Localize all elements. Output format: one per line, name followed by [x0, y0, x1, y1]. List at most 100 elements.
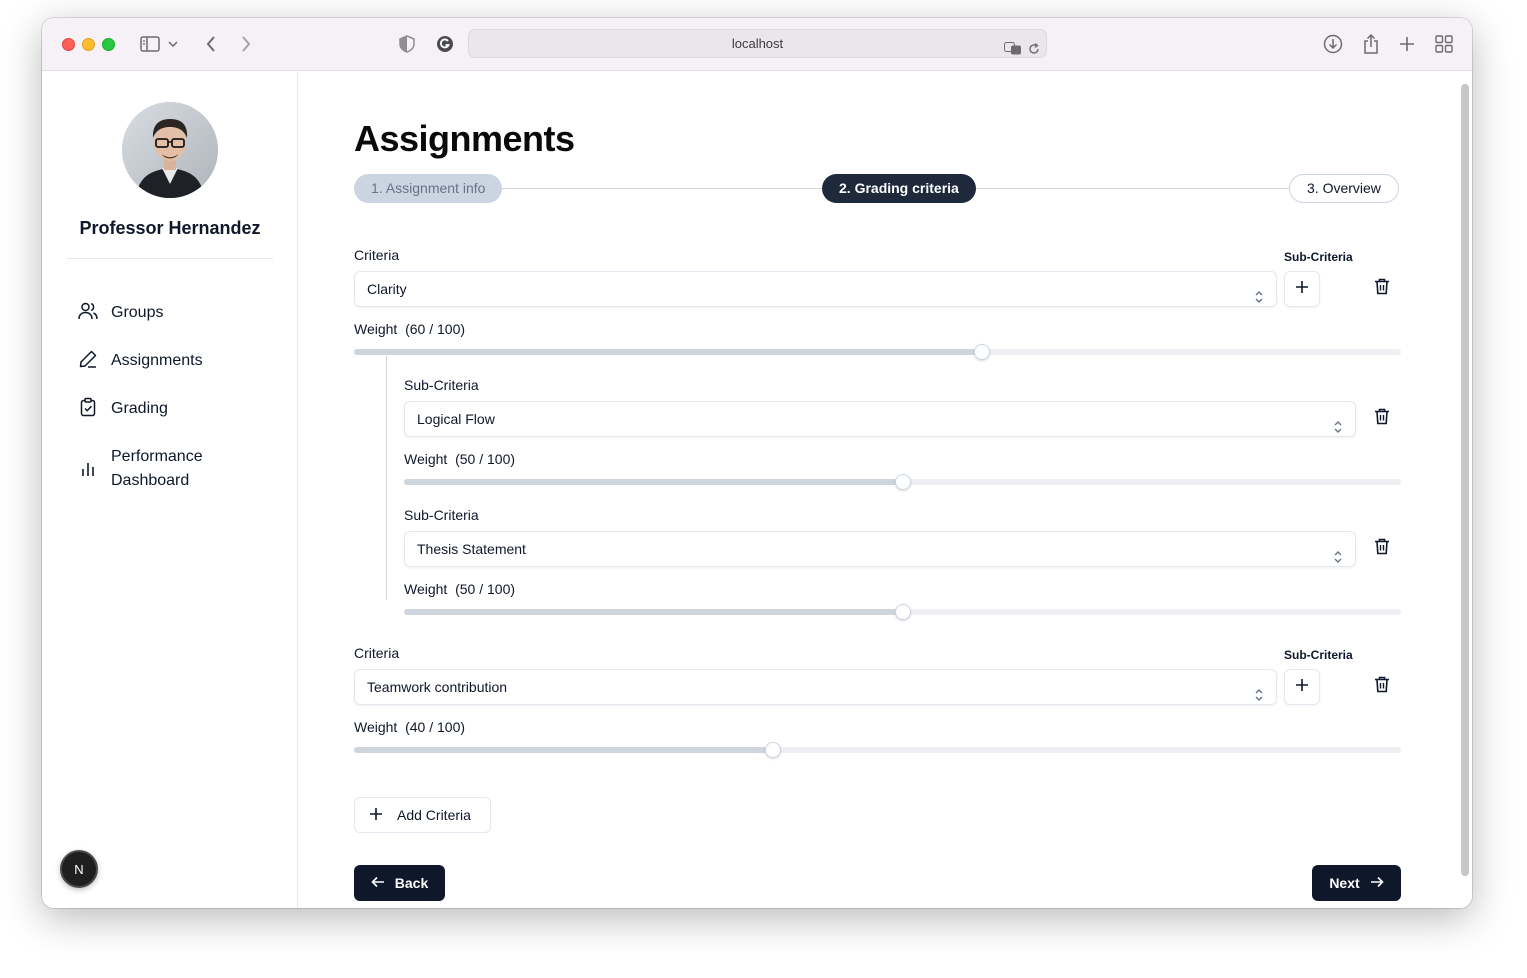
- criteria-weight: Weight (40 / 100): [354, 719, 465, 735]
- sub-criteria-select-value: Logical Flow: [417, 411, 495, 427]
- chevron-up-down-icon: [1333, 412, 1343, 446]
- sub-criteria-label: Sub-Criteria: [404, 377, 479, 393]
- slider-thumb[interactable]: [894, 474, 911, 490]
- next-button[interactable]: Next: [1312, 865, 1401, 901]
- weight-value: (50 / 100): [455, 451, 516, 467]
- sidebar-item-assignments[interactable]: Assignments: [78, 349, 203, 373]
- plus-icon: [1295, 678, 1309, 697]
- url-text: localhost: [731, 36, 784, 51]
- add-criteria-label: Add Criteria: [397, 807, 471, 823]
- main-content: Assignments 1. Assignment info 2. Gradin…: [298, 72, 1472, 908]
- criteria-weight-slider[interactable]: [354, 344, 1401, 360]
- sub-criteria-label: Sub-Criteria: [404, 507, 479, 523]
- slider-fill: [354, 349, 983, 355]
- address-bar[interactable]: localhost: [468, 29, 1047, 58]
- add-sub-criteria-button[interactable]: [1284, 271, 1320, 307]
- slider-fill: [404, 609, 903, 615]
- sub-criteria-select[interactable]: Logical Flow: [404, 401, 1356, 437]
- clipboard-check-icon: [78, 397, 98, 417]
- criteria-select[interactable]: Teamwork contribution: [354, 669, 1277, 705]
- close-window-button[interactable]: [62, 38, 75, 51]
- sidebar-item-label: Grading: [111, 400, 168, 417]
- sub-criteria-weight-slider[interactable]: [404, 604, 1401, 620]
- add-sub-criteria-button[interactable]: [1284, 669, 1320, 705]
- weight-label: Weight: [404, 451, 448, 467]
- share-icon[interactable]: [1359, 32, 1383, 56]
- slider-fill: [354, 747, 773, 753]
- users-icon: [78, 301, 98, 321]
- maximize-window-button[interactable]: [102, 38, 115, 51]
- slider-fill: [404, 479, 903, 485]
- criteria-select-value: Clarity: [367, 281, 407, 297]
- sidebar-item-label: Groups: [111, 304, 164, 321]
- browser-window: localhost Professor Hernandez Groups Ass…: [42, 18, 1472, 908]
- sidebar-item-performance-dashboard[interactable]: Performance Dashboard: [78, 445, 221, 493]
- delete-criteria-button[interactable]: [1372, 278, 1392, 300]
- bar-chart-icon: [78, 459, 98, 479]
- back-label: Back: [394, 875, 429, 891]
- criteria-weight-slider[interactable]: [354, 742, 1401, 758]
- weight-label: Weight: [354, 719, 398, 735]
- sidebar-toggle-icon[interactable]: [138, 32, 162, 56]
- plus-icon: [1295, 280, 1309, 299]
- tab-overview-icon[interactable]: [1432, 32, 1456, 56]
- chevron-up-down-icon: [1254, 282, 1264, 316]
- badge-letter: N: [74, 861, 84, 877]
- plus-icon: [369, 807, 383, 824]
- weight-label: Weight: [404, 581, 448, 597]
- step-assignment-info[interactable]: 1. Assignment info: [354, 174, 503, 203]
- trash-icon: [1374, 278, 1390, 300]
- translate-icon[interactable]: [1004, 37, 1022, 64]
- weight-value: (60 / 100): [405, 321, 466, 337]
- sub-criteria-select[interactable]: Thesis Statement: [404, 531, 1356, 567]
- delete-criteria-button[interactable]: [1372, 676, 1392, 698]
- slider-thumb[interactable]: [974, 344, 991, 360]
- sidebar-item-label: Assignments: [111, 352, 203, 369]
- page-title: Assignments: [354, 118, 575, 159]
- step-grading-criteria[interactable]: 2. Grading criteria: [822, 174, 976, 203]
- sub-criteria-rail: [386, 356, 387, 600]
- sidebar: Professor Hernandez Groups Assignments G…: [42, 72, 298, 908]
- grammarly-icon[interactable]: [433, 32, 457, 56]
- sub-criteria-weight: Weight (50 / 100): [404, 581, 515, 597]
- browser-toolbar: localhost: [42, 18, 1472, 71]
- next-label: Next: [1329, 875, 1360, 891]
- trash-icon: [1374, 538, 1390, 560]
- forward-nav-icon[interactable]: [234, 32, 258, 56]
- chevron-up-down-icon: [1254, 680, 1264, 714]
- chevron-down-icon[interactable]: [166, 32, 180, 56]
- criteria-select-value: Teamwork contribution: [367, 679, 508, 695]
- back-button[interactable]: Back: [354, 865, 445, 901]
- arrow-left-icon: [371, 875, 385, 891]
- new-tab-icon[interactable]: [1395, 32, 1419, 56]
- user-name: Professor Hernandez: [79, 218, 261, 238]
- sidebar-item-label: Performance Dashboard: [111, 448, 203, 489]
- slider-thumb[interactable]: [764, 742, 781, 758]
- sub-criteria-weight: Weight (50 / 100): [404, 451, 515, 467]
- sub-criteria-header: Sub-Criteria: [1284, 648, 1353, 662]
- sidebar-item-grading[interactable]: Grading: [78, 397, 168, 421]
- chevron-up-down-icon: [1333, 542, 1343, 576]
- privacy-shield-icon[interactable]: [395, 32, 419, 56]
- weight-value: (50 / 100): [455, 581, 516, 597]
- sidebar-item-groups[interactable]: Groups: [78, 301, 163, 325]
- delete-sub-criteria-button[interactable]: [1372, 408, 1392, 429]
- slider-thumb[interactable]: [894, 604, 911, 620]
- delete-sub-criteria-button[interactable]: [1372, 538, 1392, 560]
- sub-criteria-header: Sub-Criteria: [1284, 250, 1353, 264]
- step-overview[interactable]: 3. Overview: [1289, 174, 1399, 203]
- nextjs-dev-badge[interactable]: N: [60, 850, 98, 888]
- weight-value: (40 / 100): [405, 719, 466, 735]
- minimize-window-button[interactable]: [82, 38, 95, 51]
- criteria-label: Criteria: [354, 645, 400, 661]
- avatar: [122, 102, 218, 198]
- criteria-weight: Weight (60 / 100): [354, 321, 465, 337]
- reload-icon[interactable]: [1028, 37, 1040, 64]
- scrollbar[interactable]: [1461, 84, 1469, 876]
- back-nav-icon[interactable]: [199, 32, 223, 56]
- download-icon[interactable]: [1321, 32, 1345, 56]
- trash-icon: [1374, 676, 1390, 698]
- criteria-select[interactable]: Clarity: [354, 271, 1277, 307]
- sub-criteria-weight-slider[interactable]: [404, 474, 1401, 490]
- add-criteria-button[interactable]: Add Criteria: [354, 797, 491, 833]
